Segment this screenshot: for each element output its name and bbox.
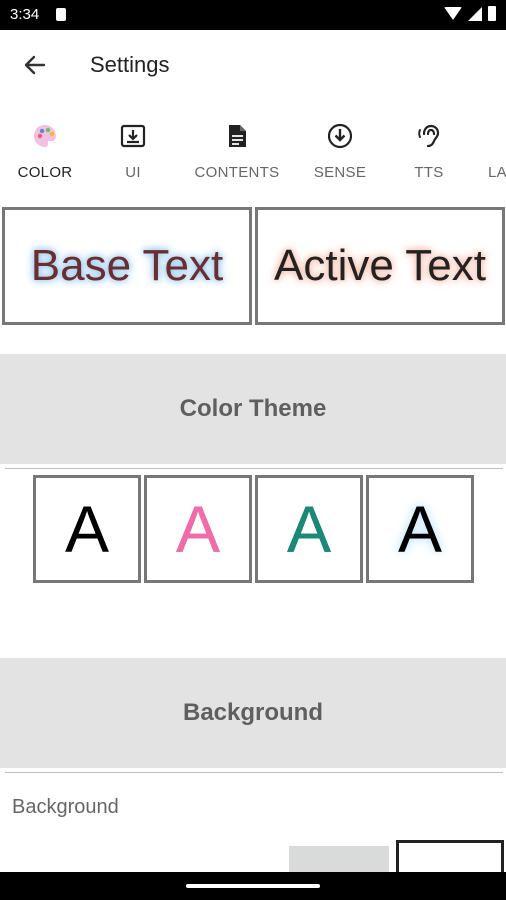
wifi-icon	[444, 7, 462, 20]
color-theme-header: Color Theme	[0, 354, 506, 464]
theme-option-glyph: A	[64, 492, 110, 566]
circle-arrow-down-icon	[327, 123, 353, 149]
document-icon	[229, 125, 246, 147]
home-gesture-handle[interactable]	[186, 884, 320, 888]
page-title: Settings	[90, 52, 170, 77]
back-arrow-icon[interactable]	[20, 50, 50, 80]
active-text-preview[interactable]: Active Text	[255, 207, 505, 325]
sim-card-icon	[56, 8, 66, 21]
status-time: 3:34	[10, 6, 40, 23]
tab-tts-label: TTS	[414, 164, 444, 181]
battery-icon	[488, 6, 496, 21]
color-theme-title: Color Theme	[179, 395, 327, 422]
cell-signal-icon	[468, 6, 482, 21]
theme-option-pink[interactable]: A	[144, 475, 252, 583]
theme-option-glyph: A	[175, 492, 221, 566]
background-header: Background	[0, 658, 506, 768]
tab-language-partial[interactable]: LA	[478, 102, 506, 206]
tab-sense[interactable]: SENSE	[300, 102, 380, 206]
tab-contents[interactable]: CONTENTS	[188, 102, 286, 206]
divider	[5, 468, 503, 469]
tab-contents-label: CONTENTS	[194, 164, 280, 181]
base-text-sample: Base Text	[30, 241, 224, 290]
ear-icon	[418, 124, 440, 148]
background-title: Background	[182, 699, 323, 726]
download-box-icon	[120, 124, 146, 148]
tab-ui[interactable]: UI	[90, 102, 176, 206]
status-icons	[444, 6, 496, 21]
system-nav-bar	[0, 872, 506, 900]
tab-ui-label: UI	[125, 164, 141, 181]
divider	[5, 772, 503, 773]
settings-tabs: COLOR UI CONTENTS SENSE TTS LA	[0, 102, 506, 206]
background-label: Background	[12, 796, 119, 818]
theme-option-glyph: A	[397, 492, 443, 566]
tab-sense-label: SENSE	[313, 164, 367, 181]
background-option-gray[interactable]	[289, 846, 389, 872]
theme-option-glyph: A	[286, 492, 332, 566]
theme-option-black[interactable]: A	[33, 475, 141, 583]
tab-color[interactable]: COLOR	[0, 102, 90, 206]
theme-option-glow[interactable]: A	[366, 475, 474, 583]
tab-color-label: COLOR	[17, 164, 73, 181]
theme-option-teal[interactable]: A	[255, 475, 363, 583]
base-text-preview[interactable]: Base Text	[2, 207, 252, 325]
active-text-sample: Active Text	[274, 241, 486, 290]
app-bar: Settings	[0, 30, 506, 102]
tab-la-label: LA	[488, 164, 506, 181]
background-option-white[interactable]	[396, 840, 504, 872]
palette-icon	[34, 125, 56, 147]
status-bar: 3:34	[0, 0, 506, 30]
tab-tts[interactable]: TTS	[396, 102, 462, 206]
